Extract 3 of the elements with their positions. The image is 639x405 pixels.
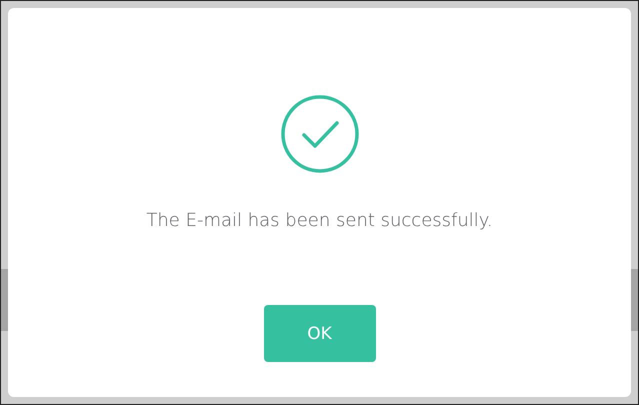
success-message: The E-mail has been sent successfully.: [146, 210, 493, 231]
success-check-icon: [280, 94, 360, 174]
ok-button[interactable]: OK: [264, 305, 376, 362]
